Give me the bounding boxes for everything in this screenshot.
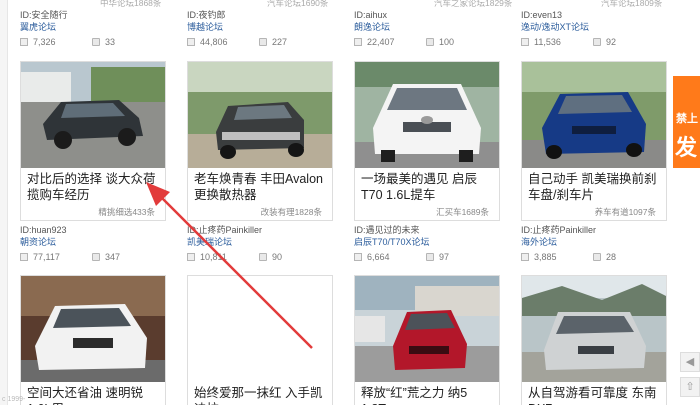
annotation-arrow	[146, 182, 313, 349]
